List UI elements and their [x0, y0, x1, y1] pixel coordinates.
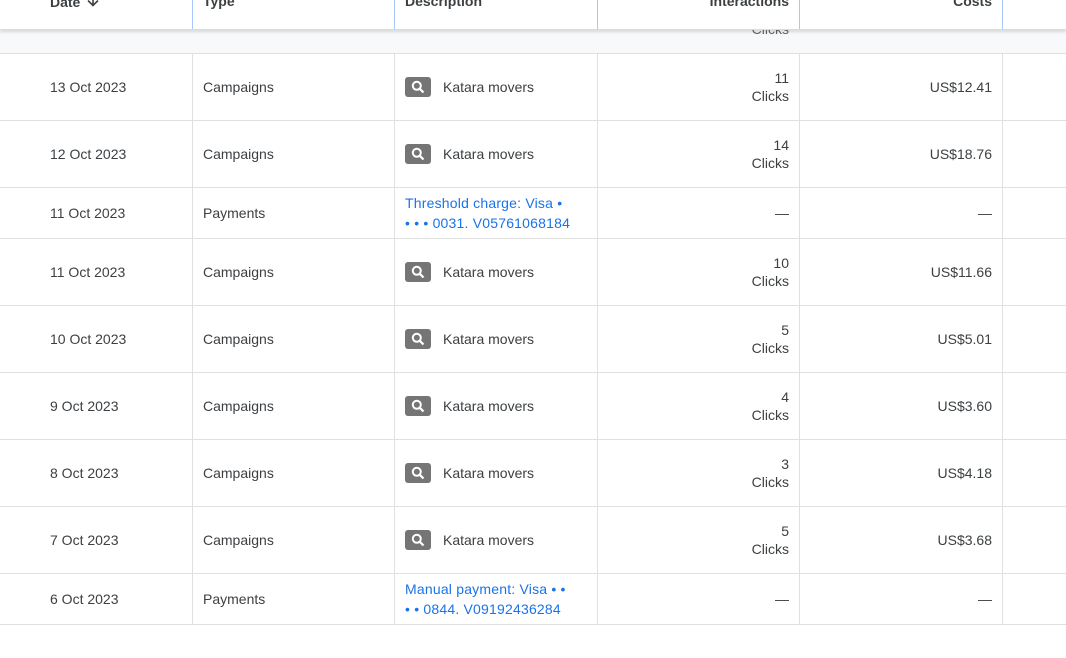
interactions-unit: Clicks	[751, 407, 789, 423]
payment-description-link[interactable]: Manual payment: Visa • • • • 0844. V0919…	[405, 579, 566, 619]
row-date: 13 Oct 2023	[50, 79, 127, 95]
header-type-label: Type	[203, 0, 235, 9]
search-icon	[405, 144, 431, 164]
interactions-count: 14	[773, 137, 789, 153]
interactions-count: 11	[774, 70, 789, 86]
interactions-empty: —	[775, 205, 789, 221]
row-cost: US$12.41	[929, 79, 992, 95]
campaign-name: Katara movers	[443, 264, 535, 280]
row-date: 11 Oct 2023	[50, 205, 126, 221]
search-icon	[405, 396, 431, 416]
transactions-table: Clicks Date Type Description Interaction…	[0, 0, 1066, 658]
interactions-unit: Clicks	[751, 155, 789, 171]
row-type: Payments	[203, 205, 266, 221]
interactions-count: 3	[781, 456, 789, 472]
interactions-count: 4	[781, 389, 789, 405]
table-row[interactable]: 7 Oct 2023 Campaigns Katara movers 5 Clic…	[0, 507, 1066, 574]
table-row[interactable]: 12 Oct 2023 Campaigns Katara movers 14 Cl…	[0, 121, 1066, 188]
table-row[interactable]: 8 Oct 2023 Campaigns Katara movers 3 Clic…	[0, 440, 1066, 507]
payment-description-line: • • 0844. V09192436284	[405, 601, 561, 617]
search-icon	[405, 530, 431, 550]
row-date: 11 Oct 2023	[50, 264, 126, 280]
row-date: 12 Oct 2023	[50, 146, 127, 162]
row-type: Campaigns	[203, 465, 274, 481]
header-description-label: Description	[405, 0, 483, 9]
row-date: 10 Oct 2023	[50, 331, 127, 347]
row-type: Campaigns	[203, 331, 274, 347]
column-header-date[interactable]: Date	[40, 0, 192, 29]
row-cost: US$3.68	[937, 532, 992, 548]
interactions-count: 5	[781, 322, 789, 338]
header-costs-label: Costs	[953, 0, 992, 9]
row-cost: —	[978, 591, 992, 607]
interactions-unit: Clicks	[751, 541, 789, 557]
column-header-description[interactable]: Description	[395, 0, 597, 29]
table-row-clipped: Clicks	[0, 21, 1066, 54]
header-date-label: Date	[50, 0, 81, 10]
row-cost: US$3.60	[937, 398, 992, 414]
interactions-unit: Clicks	[751, 340, 789, 356]
campaign-name: Katara movers	[443, 465, 535, 481]
table-row[interactable]: 11 Oct 2023 Campaigns Katara movers 10 Cl…	[0, 239, 1066, 306]
table-row[interactable]: 6 Oct 2023 Payments Manual payment: Visa…	[0, 574, 1066, 625]
campaign-name: Katara movers	[443, 532, 535, 548]
row-cost: US$11.66	[930, 264, 992, 280]
table-row[interactable]: 13 Oct 2023 Campaigns Katara movers 11 Cl…	[0, 54, 1066, 121]
row-type: Payments	[203, 591, 266, 607]
campaign-name: Katara movers	[443, 398, 535, 414]
header-interactions-label: Interactions	[709, 0, 789, 9]
payment-description-link[interactable]: Threshold charge: Visa • • • • 0031. V05…	[405, 193, 570, 233]
interactions-empty: —	[775, 591, 789, 607]
search-icon	[405, 77, 431, 97]
table-header: Date Type Description Interactions Costs	[0, 0, 1066, 30]
row-cost: US$4.18	[937, 465, 992, 481]
row-type: Campaigns	[203, 146, 274, 162]
payment-description-line: Manual payment: Visa • •	[405, 581, 566, 597]
campaign-name: Katara movers	[443, 79, 535, 95]
column-header-interactions[interactable]: Interactions	[598, 0, 799, 29]
row-type: Campaigns	[203, 532, 274, 548]
row-cost: —	[978, 205, 992, 221]
header-divider	[1002, 0, 1003, 29]
table-row[interactable]: 9 Oct 2023 Campaigns Katara movers 4 Clic…	[0, 373, 1066, 440]
column-header-costs[interactable]: Costs	[800, 0, 1002, 29]
payment-description-line: • • • 0031. V05761068184	[405, 215, 571, 231]
row-date: 6 Oct 2023	[50, 591, 119, 607]
row-type: Campaigns	[203, 79, 274, 95]
row-type: Campaigns	[203, 264, 274, 280]
row-date: 7 Oct 2023	[50, 532, 119, 548]
table-row[interactable]: 10 Oct 2023 Campaigns Katara movers 5 Cli…	[0, 306, 1066, 373]
interactions-unit: Clicks	[751, 273, 789, 289]
interactions-unit: Clicks	[751, 474, 789, 490]
campaign-name: Katara movers	[443, 146, 535, 162]
interactions-count: 5	[781, 523, 789, 539]
table-row[interactable]: 11 Oct 2023 Payments Threshold charge: V…	[0, 188, 1066, 239]
row-type: Campaigns	[203, 398, 274, 414]
search-icon	[405, 463, 431, 483]
column-header-type[interactable]: Type	[193, 0, 394, 29]
row-date: 8 Oct 2023	[50, 465, 119, 481]
row-date: 9 Oct 2023	[50, 398, 119, 414]
interactions-count: 10	[773, 255, 789, 271]
search-icon	[405, 262, 431, 282]
row-cost: US$5.01	[937, 331, 992, 347]
campaign-name: Katara movers	[443, 331, 535, 347]
arrow-down-icon[interactable]	[86, 0, 100, 12]
interactions-unit: Clicks	[751, 88, 789, 104]
payment-description-line: Threshold charge: Visa •	[405, 195, 563, 211]
row-cost: US$18.76	[929, 146, 992, 162]
search-icon	[405, 329, 431, 349]
